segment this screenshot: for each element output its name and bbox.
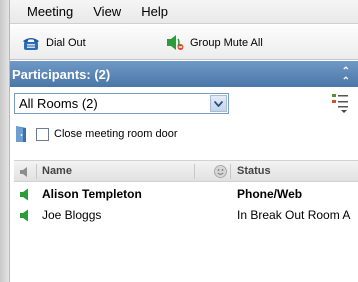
participant-name: Alison Templeton bbox=[42, 187, 142, 201]
speaker-icon bbox=[20, 209, 28, 222]
column-separator bbox=[36, 164, 37, 179]
participant-name: Joe Bloggs bbox=[42, 208, 102, 222]
group-speaker-icon bbox=[167, 35, 184, 50]
participant-status: In Break Out Room A bbox=[237, 208, 351, 222]
left-frame-strip bbox=[0, 0, 10, 282]
phone-icon bbox=[23, 38, 39, 50]
chevron-down-icon[interactable] bbox=[210, 95, 227, 112]
room-select[interactable]: All Rooms (2) bbox=[14, 93, 229, 114]
participants-table: Name Status Alison Templeton Phone/Web J… bbox=[14, 160, 358, 226]
close-door-checkbox[interactable] bbox=[36, 127, 49, 141]
table-header: Name Status bbox=[14, 160, 358, 182]
participants-header[interactable]: Participants: (2) ⌃ ⌃ bbox=[10, 61, 358, 87]
audio-column-header[interactable] bbox=[20, 161, 34, 182]
collapse-chevron-icon[interactable]: ⌃ ⌃ bbox=[342, 67, 350, 87]
dial-out-button[interactable]: Dial Out bbox=[22, 33, 86, 53]
column-separator bbox=[230, 164, 231, 179]
menu-meeting[interactable]: Meeting bbox=[10, 0, 83, 24]
status-column-header[interactable]: Status bbox=[237, 161, 271, 182]
name-column-header[interactable]: Name bbox=[42, 161, 72, 182]
table-row[interactable]: Alison Templeton Phone/Web bbox=[14, 184, 358, 205]
menu-bar: Meeting View Help bbox=[10, 0, 358, 24]
table-row[interactable]: Joe Bloggs In Break Out Room A bbox=[14, 205, 358, 226]
dial-out-label: Dial Out bbox=[46, 37, 86, 49]
close-door-label[interactable]: Close meeting room door bbox=[54, 128, 178, 140]
menu-view[interactable]: View bbox=[83, 0, 131, 24]
state-column-header[interactable] bbox=[214, 161, 227, 182]
participants-panel: All Rooms (2) Close meeting room door Na… bbox=[10, 87, 358, 282]
speaker-icon bbox=[20, 167, 27, 177]
emoticon-icon bbox=[214, 165, 227, 178]
toolbar: Dial Out Group Mute All bbox=[10, 25, 358, 60]
group-mute-all-button[interactable]: Group Mute All bbox=[166, 33, 263, 53]
group-mute-label: Group Mute All bbox=[190, 37, 263, 49]
close-door-row: Close meeting room door bbox=[14, 125, 178, 143]
menu-help[interactable]: Help bbox=[131, 0, 178, 24]
participant-status: Phone/Web bbox=[237, 187, 303, 201]
room-select-value: All Rooms (2) bbox=[19, 96, 98, 111]
layout-options-icon[interactable] bbox=[332, 93, 348, 113]
door-icon bbox=[16, 126, 26, 142]
participants-title: Participants: (2) bbox=[12, 66, 111, 82]
row-audio-cell bbox=[20, 205, 34, 229]
column-separator bbox=[194, 164, 195, 179]
speaker-icon bbox=[20, 188, 28, 201]
